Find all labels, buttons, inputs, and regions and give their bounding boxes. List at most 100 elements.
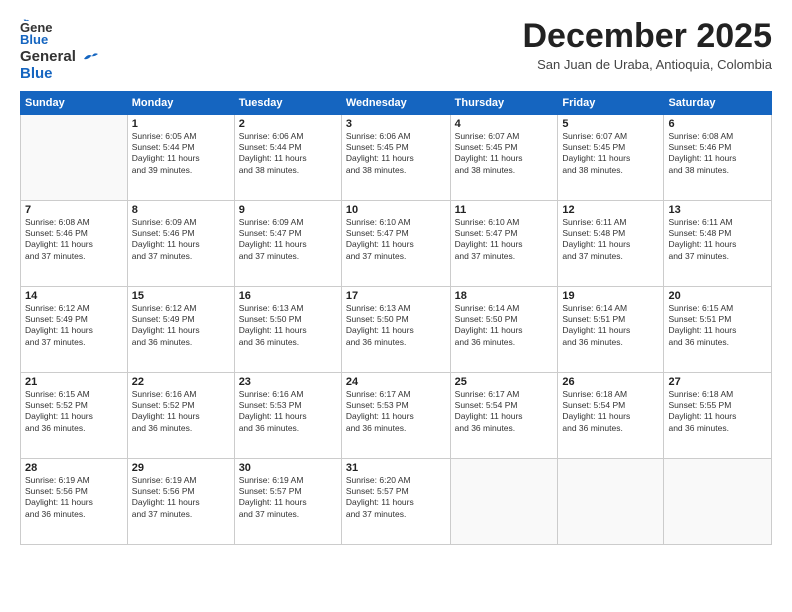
- day-number: 16: [239, 290, 337, 302]
- week-row-1: 7Sunrise: 6:08 AM Sunset: 5:46 PM Daylig…: [21, 200, 772, 286]
- day-info: Sunrise: 6:12 AM Sunset: 5:49 PM Dayligh…: [132, 303, 230, 349]
- logo: General Blue General Blue: [20, 18, 100, 83]
- calendar-cell: [664, 458, 772, 544]
- day-info: Sunrise: 6:15 AM Sunset: 5:52 PM Dayligh…: [25, 389, 123, 435]
- calendar-cell: 10Sunrise: 6:10 AM Sunset: 5:47 PM Dayli…: [341, 200, 450, 286]
- day-info: Sunrise: 6:06 AM Sunset: 5:45 PM Dayligh…: [346, 131, 446, 177]
- week-row-0: 1Sunrise: 6:05 AM Sunset: 5:44 PM Daylig…: [21, 114, 772, 200]
- calendar-body: 1Sunrise: 6:05 AM Sunset: 5:44 PM Daylig…: [21, 114, 772, 544]
- calendar-cell: 11Sunrise: 6:10 AM Sunset: 5:47 PM Dayli…: [450, 200, 558, 286]
- calendar-cell: 13Sunrise: 6:11 AM Sunset: 5:48 PM Dayli…: [664, 200, 772, 286]
- calendar-cell: 25Sunrise: 6:17 AM Sunset: 5:54 PM Dayli…: [450, 372, 558, 458]
- svg-text:Blue: Blue: [20, 32, 48, 46]
- day-info: Sunrise: 6:09 AM Sunset: 5:47 PM Dayligh…: [239, 217, 337, 263]
- logo-icon: General Blue: [20, 18, 52, 46]
- day-info: Sunrise: 6:18 AM Sunset: 5:54 PM Dayligh…: [562, 389, 659, 435]
- day-info: Sunrise: 6:13 AM Sunset: 5:50 PM Dayligh…: [239, 303, 337, 349]
- calendar-cell: 17Sunrise: 6:13 AM Sunset: 5:50 PM Dayli…: [341, 286, 450, 372]
- day-header-sunday: Sunday: [21, 91, 128, 114]
- calendar-cell: 26Sunrise: 6:18 AM Sunset: 5:54 PM Dayli…: [558, 372, 664, 458]
- day-info: Sunrise: 6:15 AM Sunset: 5:51 PM Dayligh…: [668, 303, 767, 349]
- day-number: 29: [132, 462, 230, 474]
- day-info: Sunrise: 6:07 AM Sunset: 5:45 PM Dayligh…: [562, 131, 659, 177]
- day-info: Sunrise: 6:08 AM Sunset: 5:46 PM Dayligh…: [25, 217, 123, 263]
- day-number: 22: [132, 376, 230, 388]
- day-info: Sunrise: 6:19 AM Sunset: 5:56 PM Dayligh…: [25, 475, 123, 521]
- calendar-cell: 30Sunrise: 6:19 AM Sunset: 5:57 PM Dayli…: [234, 458, 341, 544]
- calendar-cell: 14Sunrise: 6:12 AM Sunset: 5:49 PM Dayli…: [21, 286, 128, 372]
- day-number: 19: [562, 290, 659, 302]
- calendar-cell: 20Sunrise: 6:15 AM Sunset: 5:51 PM Dayli…: [664, 286, 772, 372]
- day-header-monday: Monday: [127, 91, 234, 114]
- day-number: 11: [455, 204, 554, 216]
- day-number: 26: [562, 376, 659, 388]
- calendar-cell: 27Sunrise: 6:18 AM Sunset: 5:55 PM Dayli…: [664, 372, 772, 458]
- calendar-cell: 5Sunrise: 6:07 AM Sunset: 5:45 PM Daylig…: [558, 114, 664, 200]
- day-number: 21: [25, 376, 123, 388]
- day-number: 13: [668, 204, 767, 216]
- day-info: Sunrise: 6:06 AM Sunset: 5:44 PM Dayligh…: [239, 131, 337, 177]
- day-number: 23: [239, 376, 337, 388]
- day-number: 14: [25, 290, 123, 302]
- day-number: 5: [562, 118, 659, 130]
- day-number: 3: [346, 118, 446, 130]
- day-header-thursday: Thursday: [450, 91, 558, 114]
- day-info: Sunrise: 6:11 AM Sunset: 5:48 PM Dayligh…: [562, 217, 659, 263]
- day-info: Sunrise: 6:17 AM Sunset: 5:54 PM Dayligh…: [455, 389, 554, 435]
- calendar-cell: 1Sunrise: 6:05 AM Sunset: 5:44 PM Daylig…: [127, 114, 234, 200]
- calendar-cell: 31Sunrise: 6:20 AM Sunset: 5:57 PM Dayli…: [341, 458, 450, 544]
- page: General Blue General Blue December 2025 …: [0, 0, 792, 612]
- header: General Blue General Blue December 2025 …: [20, 18, 772, 83]
- day-number: 30: [239, 462, 337, 474]
- calendar-cell: 7Sunrise: 6:08 AM Sunset: 5:46 PM Daylig…: [21, 200, 128, 286]
- day-number: 10: [346, 204, 446, 216]
- day-number: 15: [132, 290, 230, 302]
- month-title: December 2025: [522, 18, 772, 55]
- day-info: Sunrise: 6:16 AM Sunset: 5:52 PM Dayligh…: [132, 389, 230, 435]
- calendar-cell: 22Sunrise: 6:16 AM Sunset: 5:52 PM Dayli…: [127, 372, 234, 458]
- calendar-cell: 24Sunrise: 6:17 AM Sunset: 5:53 PM Dayli…: [341, 372, 450, 458]
- day-number: 25: [455, 376, 554, 388]
- title-block: December 2025 San Juan de Uraba, Antioqu…: [522, 18, 772, 72]
- bird-icon: [82, 51, 100, 63]
- calendar-cell: 21Sunrise: 6:15 AM Sunset: 5:52 PM Dayli…: [21, 372, 128, 458]
- calendar-cell: 18Sunrise: 6:14 AM Sunset: 5:50 PM Dayli…: [450, 286, 558, 372]
- calendar-cell: 3Sunrise: 6:06 AM Sunset: 5:45 PM Daylig…: [341, 114, 450, 200]
- day-number: 1: [132, 118, 230, 130]
- day-info: Sunrise: 6:17 AM Sunset: 5:53 PM Dayligh…: [346, 389, 446, 435]
- week-row-3: 21Sunrise: 6:15 AM Sunset: 5:52 PM Dayli…: [21, 372, 772, 458]
- calendar-cell: 19Sunrise: 6:14 AM Sunset: 5:51 PM Dayli…: [558, 286, 664, 372]
- day-info: Sunrise: 6:20 AM Sunset: 5:57 PM Dayligh…: [346, 475, 446, 521]
- day-info: Sunrise: 6:12 AM Sunset: 5:49 PM Dayligh…: [25, 303, 123, 349]
- day-info: Sunrise: 6:14 AM Sunset: 5:50 PM Dayligh…: [455, 303, 554, 349]
- calendar-table: SundayMondayTuesdayWednesdayThursdayFrid…: [20, 91, 772, 545]
- week-row-2: 14Sunrise: 6:12 AM Sunset: 5:49 PM Dayli…: [21, 286, 772, 372]
- week-row-4: 28Sunrise: 6:19 AM Sunset: 5:56 PM Dayli…: [21, 458, 772, 544]
- calendar-cell: 12Sunrise: 6:11 AM Sunset: 5:48 PM Dayli…: [558, 200, 664, 286]
- calendar-cell: 16Sunrise: 6:13 AM Sunset: 5:50 PM Dayli…: [234, 286, 341, 372]
- day-number: 2: [239, 118, 337, 130]
- calendar-cell: 2Sunrise: 6:06 AM Sunset: 5:44 PM Daylig…: [234, 114, 341, 200]
- day-number: 9: [239, 204, 337, 216]
- day-header-wednesday: Wednesday: [341, 91, 450, 114]
- calendar-cell: 6Sunrise: 6:08 AM Sunset: 5:46 PM Daylig…: [664, 114, 772, 200]
- day-info: Sunrise: 6:10 AM Sunset: 5:47 PM Dayligh…: [346, 217, 446, 263]
- day-header-tuesday: Tuesday: [234, 91, 341, 114]
- calendar-cell: 8Sunrise: 6:09 AM Sunset: 5:46 PM Daylig…: [127, 200, 234, 286]
- day-info: Sunrise: 6:18 AM Sunset: 5:55 PM Dayligh…: [668, 389, 767, 435]
- day-number: 8: [132, 204, 230, 216]
- calendar-cell: [21, 114, 128, 200]
- day-info: Sunrise: 6:16 AM Sunset: 5:53 PM Dayligh…: [239, 389, 337, 435]
- calendar-cell: 9Sunrise: 6:09 AM Sunset: 5:47 PM Daylig…: [234, 200, 341, 286]
- day-number: 17: [346, 290, 446, 302]
- day-number: 12: [562, 204, 659, 216]
- logo-blue: Blue: [20, 65, 100, 82]
- day-info: Sunrise: 6:05 AM Sunset: 5:44 PM Dayligh…: [132, 131, 230, 177]
- day-header-friday: Friday: [558, 91, 664, 114]
- calendar-cell: 29Sunrise: 6:19 AM Sunset: 5:56 PM Dayli…: [127, 458, 234, 544]
- day-info: Sunrise: 6:09 AM Sunset: 5:46 PM Dayligh…: [132, 217, 230, 263]
- calendar-cell: 28Sunrise: 6:19 AM Sunset: 5:56 PM Dayli…: [21, 458, 128, 544]
- day-number: 31: [346, 462, 446, 474]
- day-number: 6: [668, 118, 767, 130]
- calendar-cell: 4Sunrise: 6:07 AM Sunset: 5:45 PM Daylig…: [450, 114, 558, 200]
